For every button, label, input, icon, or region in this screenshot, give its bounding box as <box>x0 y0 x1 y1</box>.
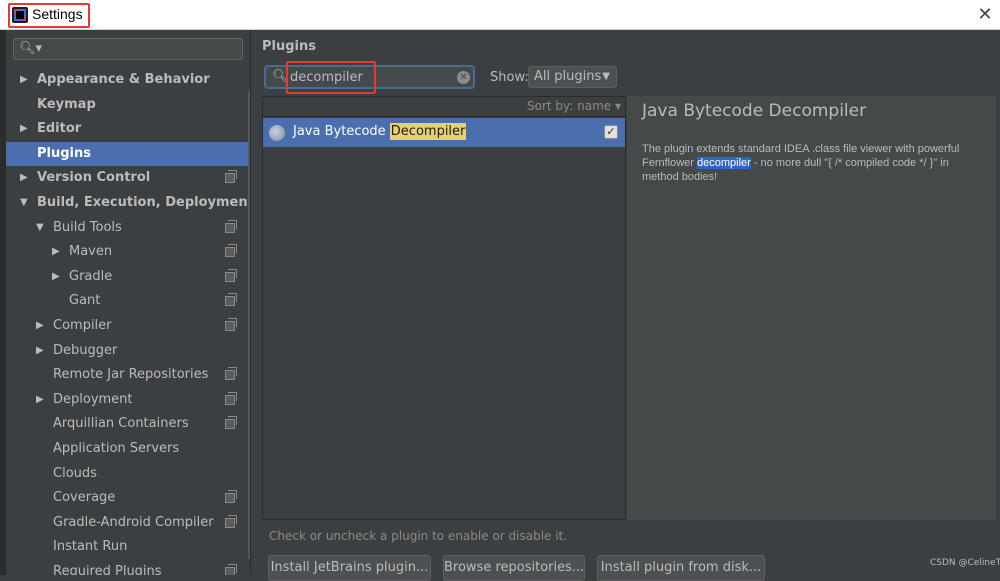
sidebar-item[interactable]: Required Plugins <box>6 560 250 575</box>
plugin-detail-description: The plugin extends standard IDEA .class … <box>642 142 982 184</box>
plugin-detail-panel: Java Bytecode Decompiler The plugin exte… <box>627 96 996 520</box>
sidebar-item-label: Appearance & Behavior <box>37 72 210 87</box>
sidebar-item[interactable]: ▶ Version Control <box>6 166 250 190</box>
project-icon <box>225 219 237 233</box>
sidebar-item[interactable]: ▶ Appearance & Behavior <box>6 68 250 92</box>
project-icon <box>225 268 237 282</box>
sidebar-item[interactable]: ▶ Compiler <box>6 314 250 338</box>
sidebar-item-label: Gradle-Android Compiler <box>53 514 214 530</box>
sidebar-item[interactable]: Instant Run <box>6 535 250 559</box>
chevron-right-icon[interactable]: ▶ <box>36 388 44 412</box>
show-filter-value: All plugins <box>534 69 602 84</box>
sidebar-item-label: Arquillian Containers <box>53 416 189 432</box>
sidebar-item-label: Deployment <box>53 391 133 407</box>
sidebar-item-label: Gradle <box>69 268 113 284</box>
project-icon <box>225 391 237 405</box>
sidebar-item-label: Version Control <box>37 170 151 186</box>
sidebar-item[interactable]: Keymap <box>6 93 250 117</box>
chevron-right-icon[interactable]: ▶ <box>52 265 60 289</box>
clear-search-icon[interactable]: ✕ <box>457 71 470 84</box>
desc-match: decompiler <box>697 157 751 169</box>
project-icon <box>225 293 237 307</box>
sidebar-item-label: Required Plugins <box>53 564 162 575</box>
sidebar-item[interactable]: Coverage <box>6 486 250 510</box>
plugin-name: Java Bytecode Decompiler <box>293 123 467 140</box>
plugin-name-prefix: Java Bytecode <box>293 124 390 139</box>
chevron-right-icon[interactable]: ▶ <box>52 240 60 264</box>
sidebar-item-label: Build, Execution, Deployment <box>37 195 251 210</box>
sidebar-item-label: Coverage <box>53 490 116 506</box>
sidebar-item-label: Build Tools <box>53 219 122 235</box>
annotation-highlight-box <box>286 61 376 94</box>
sidebar-item-label: Keymap <box>37 96 96 112</box>
sidebar-item[interactable]: ▶ Deployment <box>6 388 250 412</box>
plugin-name-match: Decompiler <box>389 123 467 140</box>
sidebar-scrollbar[interactable] <box>248 90 250 560</box>
plugin-list: Sort by: name ▾ Java Bytecode Decompiler… <box>262 96 626 520</box>
show-filter-dropdown[interactable]: All plugins ▼ <box>528 66 617 88</box>
chevron-down-icon[interactable]: ▼ <box>20 191 28 215</box>
settings-search-input[interactable]: 🔍︎▾ <box>13 38 243 60</box>
chevron-down-icon[interactable]: ▼ <box>36 216 44 240</box>
sidebar-item-label: Instant Run <box>53 539 128 555</box>
plugins-page: Plugins 🔍︎ decompiler ✕ Show: All plugin… <box>252 30 1000 581</box>
plugin-detail-title: Java Bytecode Decompiler <box>642 101 867 121</box>
sidebar-item-label: Debugger <box>53 342 118 358</box>
show-filter-label: Show: <box>490 70 529 85</box>
sort-bar: Sort by: name ▾ <box>263 97 625 117</box>
plugin-enabled-checkbox[interactable]: ✓ <box>604 125 618 139</box>
browse-repositories-button[interactable]: Browse repositories... <box>443 555 585 581</box>
sidebar-item-label: Application Servers <box>53 441 180 456</box>
chevron-down-icon: ▼ <box>602 71 610 82</box>
project-icon <box>225 514 237 528</box>
sidebar-item[interactable]: ▶ Debugger <box>6 339 250 363</box>
chevron-right-icon[interactable]: ▶ <box>20 117 28 141</box>
sidebar-item-label: Compiler <box>53 318 112 333</box>
project-icon <box>225 170 237 184</box>
close-button[interactable]: ✕ <box>972 4 998 26</box>
sidebar-item-label: Editor <box>37 121 82 137</box>
plugin-row[interactable]: Java Bytecode Decompiler ✓ <box>263 118 625 147</box>
sidebar-item[interactable]: ▶ Gradle <box>6 265 250 289</box>
sidebar-item[interactable]: Remote Jar Repositories <box>6 363 250 387</box>
sidebar-item-label: Maven <box>69 244 113 260</box>
project-icon <box>225 564 237 575</box>
sidebar-item[interactable]: Plugins <box>6 141 250 166</box>
title-bar: Settings ✕ <box>0 0 1000 30</box>
sidebar-item-label: Remote Jar Repositories <box>53 367 209 383</box>
sidebar-item[interactable]: Gradle-Android Compiler <box>6 511 250 535</box>
project-icon <box>225 367 237 381</box>
watermark: CSDN @CelineT <box>930 558 1000 568</box>
sort-by-button[interactable]: Sort by: name ▾ <box>527 99 621 113</box>
sidebar-item[interactable]: ▶ Maven <box>6 240 250 264</box>
chevron-right-icon[interactable]: ▶ <box>20 68 28 92</box>
sidebar-item[interactable]: ▼ Build, Execution, Deployment <box>6 191 251 215</box>
project-icon <box>225 416 237 430</box>
chevron-right-icon[interactable]: ▶ <box>36 314 44 338</box>
search-icon: 🔍︎▾ <box>19 41 43 56</box>
sidebar-item[interactable]: Application Servers <box>6 437 250 461</box>
settings-sidebar: 🔍︎▾ ▶ Appearance & Behavior Keymap ▶ Editor P… <box>6 30 251 575</box>
sidebar-item[interactable]: Clouds <box>6 462 250 486</box>
chevron-right-icon[interactable]: ▶ <box>36 339 44 363</box>
project-icon <box>225 244 237 258</box>
page-title: Plugins <box>262 39 316 54</box>
chevron-right-icon[interactable]: ▶ <box>20 166 28 190</box>
project-icon <box>225 490 237 504</box>
install-plugin-from-disk-button[interactable]: Install plugin from disk... <box>597 555 765 581</box>
sidebar-item-label: Gant <box>69 293 101 309</box>
sidebar-item[interactable]: ▶ Editor <box>6 117 250 141</box>
plugin-hint-text: Check or uncheck a plugin to enable or d… <box>269 529 568 543</box>
sidebar-item[interactable]: Gant <box>6 289 250 313</box>
plugin-icon <box>269 125 285 141</box>
sidebar-item-label: Clouds <box>53 465 97 481</box>
install-jetbrains-plugin-button[interactable]: Install JetBrains plugin... <box>268 555 431 581</box>
sidebar-item-label: Plugins <box>37 145 91 161</box>
sidebar-item[interactable]: Arquillian Containers <box>6 412 250 436</box>
project-icon <box>225 318 237 331</box>
sidebar-item[interactable]: ▼ Build Tools <box>6 216 250 240</box>
annotation-highlight-box <box>8 3 90 28</box>
